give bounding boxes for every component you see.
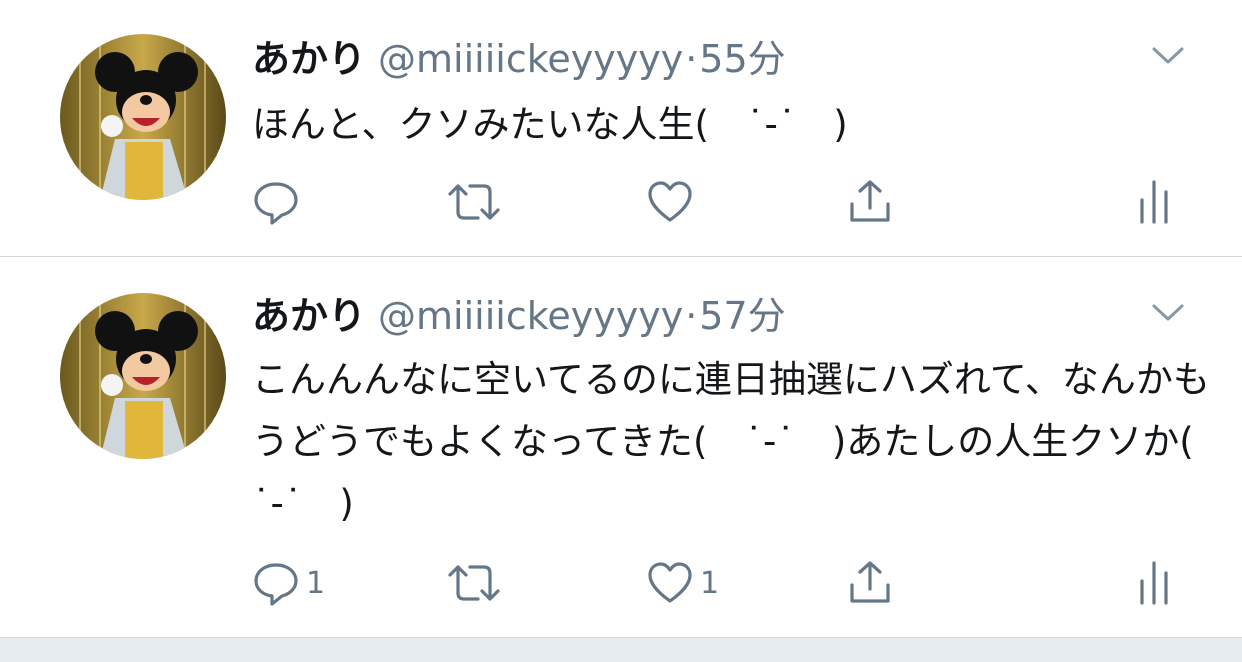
reply-icon	[254, 563, 298, 606]
retweet-icon	[448, 184, 500, 220]
share-button[interactable]	[846, 172, 894, 232]
chevron-down-icon[interactable]	[1152, 303, 1184, 323]
reply-count: 1	[306, 565, 326, 601]
tweet-header: あかり @miiiiickeyyyyy·57分	[252, 291, 786, 341]
tweet-actions: 1 1	[0, 553, 1242, 613]
retweet-button[interactable]	[446, 172, 502, 232]
analytics-button[interactable]	[1136, 172, 1172, 232]
reply-icon	[254, 182, 298, 225]
analytics-icon	[1140, 561, 1168, 605]
timestamp[interactable]: 55分	[699, 37, 785, 81]
tweet-text: こんんんなに空いてるのに連日抽選にハズれて、なんかもうどうでもよくなってきた( …	[252, 358, 1231, 525]
separator: ·	[685, 37, 698, 81]
share-icon	[850, 180, 890, 222]
timestamp[interactable]: 57分	[699, 294, 785, 338]
heart-icon	[648, 562, 692, 603]
avatar[interactable]	[60, 293, 226, 459]
tweet[interactable]: あかり @miiiiickeyyyyy·57分 こんんんなに空いてるのに連日抽選に…	[0, 257, 1242, 637]
user-handle[interactable]: @miiiiickeyyyyy	[378, 37, 683, 81]
analytics-button[interactable]	[1136, 553, 1172, 613]
tweet-header: あかり @miiiiickeyyyyy·55分	[252, 34, 786, 84]
timeline-footer	[0, 637, 1242, 662]
reply-button[interactable]: 1	[252, 553, 325, 613]
user-handle[interactable]: @miiiiickeyyyyy	[378, 294, 683, 338]
like-button[interactable]	[646, 172, 700, 232]
display-name[interactable]: あかり	[252, 37, 366, 81]
tweet-actions	[0, 172, 1242, 232]
like-button[interactable]: 1	[646, 553, 719, 613]
analytics-icon	[1140, 180, 1168, 224]
like-count: 1	[700, 565, 720, 601]
display-name[interactable]: あかり	[252, 294, 366, 338]
retweet-icon	[448, 565, 500, 601]
separator: ·	[685, 294, 698, 338]
chevron-down-icon[interactable]	[1152, 46, 1184, 66]
tweet[interactable]: あかり @miiiiickeyyyyy·55分 ほんと、クソみたいな人生( ˙-˙…	[0, 0, 1242, 256]
reply-button[interactable]	[252, 172, 306, 232]
heart-icon	[648, 181, 692, 222]
retweet-button[interactable]	[446, 553, 502, 613]
tweet-text: ほんと、クソみたいな人生( ˙-˙ )	[252, 103, 848, 146]
share-button[interactable]	[846, 553, 894, 613]
share-icon	[850, 561, 890, 603]
